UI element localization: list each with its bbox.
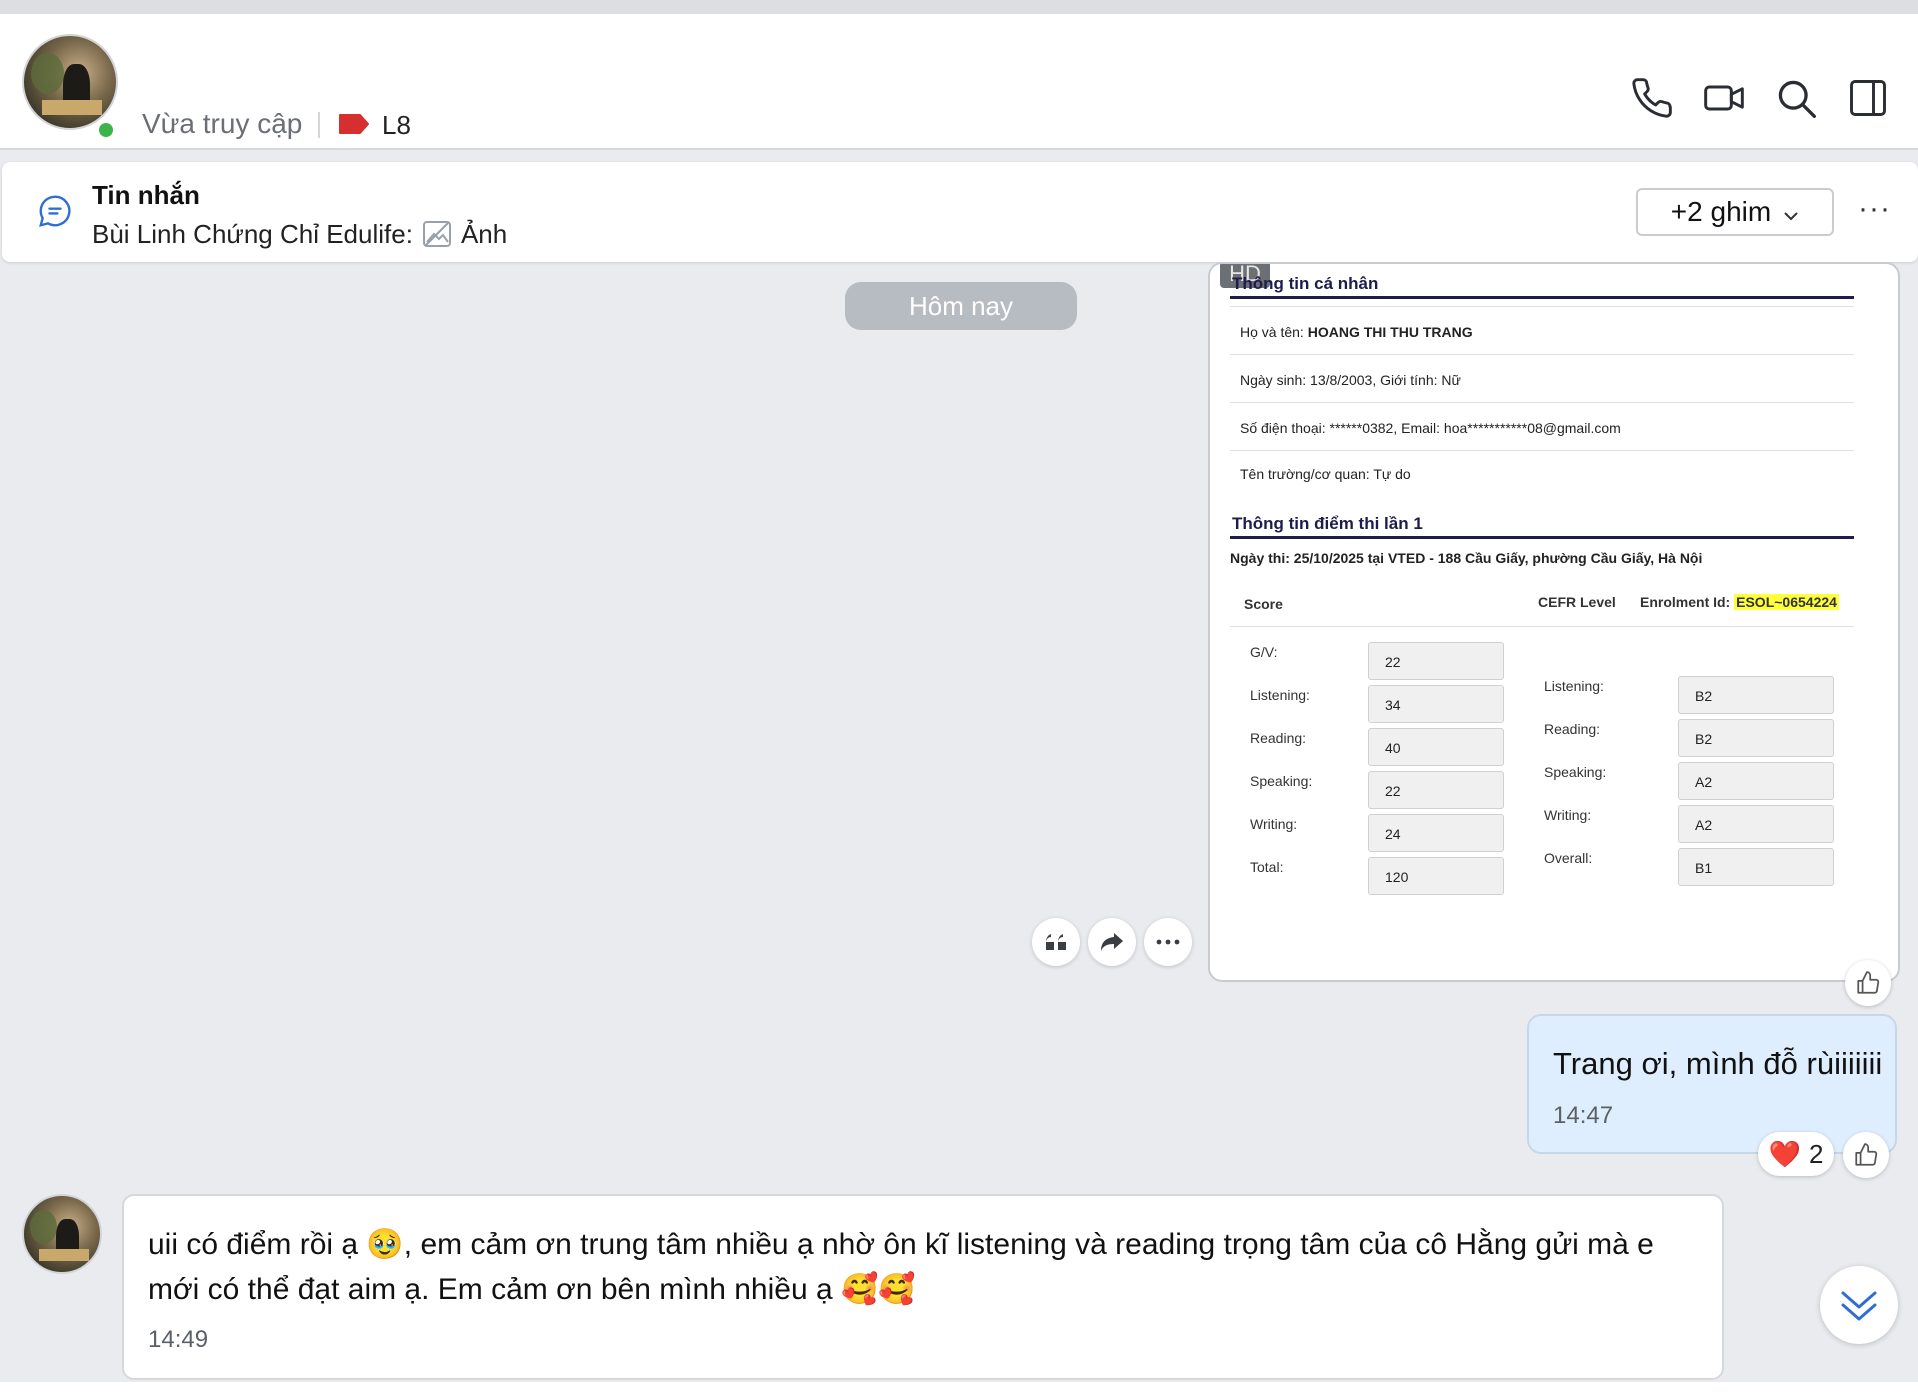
enrolment-label: Enrolment Id: ESOL~0654224 <box>1640 594 1839 610</box>
quote-reply-button[interactable] <box>1032 918 1080 966</box>
score-label: Reading: <box>1250 730 1307 746</box>
row-separator <box>1230 306 1854 307</box>
cefr-label: Speaking: <box>1544 764 1607 780</box>
name-row: Họ và tên: HOANG THI THU TRANG <box>1240 324 1473 340</box>
row-separator <box>1230 402 1854 403</box>
ellipsis-icon <box>1156 939 1180 945</box>
cefr-label: Reading: <box>1544 721 1601 737</box>
date-divider: Hôm nay <box>845 282 1077 330</box>
sent-message-time: 14:47 <box>1553 1102 1614 1129</box>
row-separator <box>1230 354 1854 355</box>
window-top-strip <box>0 0 1918 14</box>
like-button[interactable] <box>1843 1132 1889 1178</box>
pinned-count-button[interactable]: +2 ghim <box>1636 188 1834 236</box>
sidebar-toggle-icon[interactable] <box>1846 76 1890 120</box>
cefr-value: A2 <box>1678 805 1834 843</box>
message-bubble-icon <box>36 192 74 230</box>
score-value: 24 <box>1368 814 1504 852</box>
reaction-count: 2 <box>1808 1138 1824 1169</box>
score-value: 120 <box>1368 857 1504 895</box>
sender-avatar[interactable] <box>22 1194 102 1274</box>
score-label: Speaking: <box>1250 773 1313 789</box>
cefr-label: Overall: <box>1544 850 1593 866</box>
score-value: 34 <box>1368 685 1504 723</box>
chat-header: Vừa truy cập L8 <box>0 14 1918 150</box>
phone-icon[interactable] <box>1630 76 1674 120</box>
composer-edge <box>0 1382 1918 1394</box>
video-call-icon[interactable] <box>1702 76 1746 120</box>
image-icon <box>421 218 453 250</box>
section-score-title: Thông tin điểm thi lần 1 <box>1232 514 1423 533</box>
received-message-bubble[interactable]: uii có điểm rồi ạ 🥹, em cảm ơn trung tâm… <box>122 1194 1724 1380</box>
contact-row: Số điện thoại: ******0382, Email: hoa***… <box>1240 420 1621 436</box>
row-separator <box>1230 450 1854 451</box>
score-value: 40 <box>1368 728 1504 766</box>
heart-icon: ❤️ <box>1768 1138 1801 1169</box>
cefr-label: Listening: <box>1544 678 1604 694</box>
dob-row: Ngày sinh: 13/8/2003, Giới tính: Nữ <box>1240 372 1461 388</box>
more-options-icon[interactable]: ··· <box>1858 192 1891 226</box>
search-icon[interactable] <box>1774 76 1818 120</box>
cefr-value: B1 <box>1678 848 1834 886</box>
last-active-status: Vừa truy cập <box>142 108 303 139</box>
pinned-preview: Bùi Linh Chứng Chỉ Edulife: Ảnh <box>92 218 507 250</box>
quote-icon <box>1045 934 1066 950</box>
chevron-down-icon <box>1783 196 1799 228</box>
tag-label[interactable]: L8 <box>382 110 411 141</box>
double-chevron-down-icon <box>1841 1291 1877 1321</box>
online-status-dot <box>96 120 116 140</box>
section-underline <box>1230 536 1854 539</box>
sent-message-bubble[interactable]: Trang ơi, mình đỗ rùiiiiiii 14:47 <box>1527 1014 1897 1154</box>
cefr-label: Writing: <box>1544 807 1592 823</box>
image-message[interactable]: HD Thông tin cá nhân Họ và tên: HOANG TH… <box>1208 262 1900 982</box>
pinned-sender: Bùi Linh Chứng Chỉ Edulife: <box>92 218 413 249</box>
score-label: G/V: <box>1250 644 1278 660</box>
score-label: Writing: <box>1250 816 1298 832</box>
received-message-time: 14:49 <box>148 1326 209 1353</box>
like-button[interactable] <box>1845 960 1891 1006</box>
received-message-text: uii có điểm rồi ạ 🥹, em cảm ơn trung tâm… <box>148 1228 1654 1306</box>
row-separator <box>1230 626 1854 627</box>
sent-message-text: Trang ơi, mình đỗ rùiiiiiii <box>1553 1046 1883 1081</box>
message-more-button[interactable] <box>1144 918 1192 966</box>
score-header: Score <box>1244 596 1283 612</box>
pinned-messages-bar[interactable]: Tin nhắn Bùi Linh Chứng Chỉ Edulife: Ảnh… <box>2 162 1918 262</box>
forward-button[interactable] <box>1088 918 1136 966</box>
school-row: Tên trường/cơ quan: Tự do <box>1240 466 1411 482</box>
exam-info: Ngày thi: 25/10/2025 tại VTED - 188 Cầu … <box>1230 550 1703 566</box>
section-underline <box>1230 296 1854 299</box>
cefr-header: CEFR Level <box>1538 594 1616 610</box>
contact-avatar[interactable] <box>22 34 118 130</box>
pinned-title: Tin nhắn <box>92 180 200 210</box>
reaction-summary[interactable]: ❤️ 2 <box>1758 1132 1834 1176</box>
cefr-value: B2 <box>1678 676 1834 714</box>
divider <box>318 112 320 138</box>
tag-icon[interactable] <box>338 113 370 140</box>
pinned-attachment: Ảnh <box>460 218 508 249</box>
cefr-value: B2 <box>1678 719 1834 757</box>
score-label: Total: <box>1250 859 1284 875</box>
enrolment-id: ESOL~0654224 <box>1734 594 1839 610</box>
score-value: 22 <box>1368 771 1504 809</box>
score-label: Listening: <box>1250 687 1310 703</box>
thumbs-up-icon <box>1857 971 1880 994</box>
thumbs-up-icon <box>1855 1143 1878 1166</box>
pinned-count-label: +2 ghim <box>1670 196 1772 227</box>
section-personal-title: Thông tin cá nhân <box>1232 274 1379 293</box>
scroll-to-bottom-button[interactable] <box>1820 1266 1898 1344</box>
cefr-value: A2 <box>1678 762 1834 800</box>
share-arrow-icon <box>1101 933 1123 951</box>
score-value: 22 <box>1368 642 1504 680</box>
